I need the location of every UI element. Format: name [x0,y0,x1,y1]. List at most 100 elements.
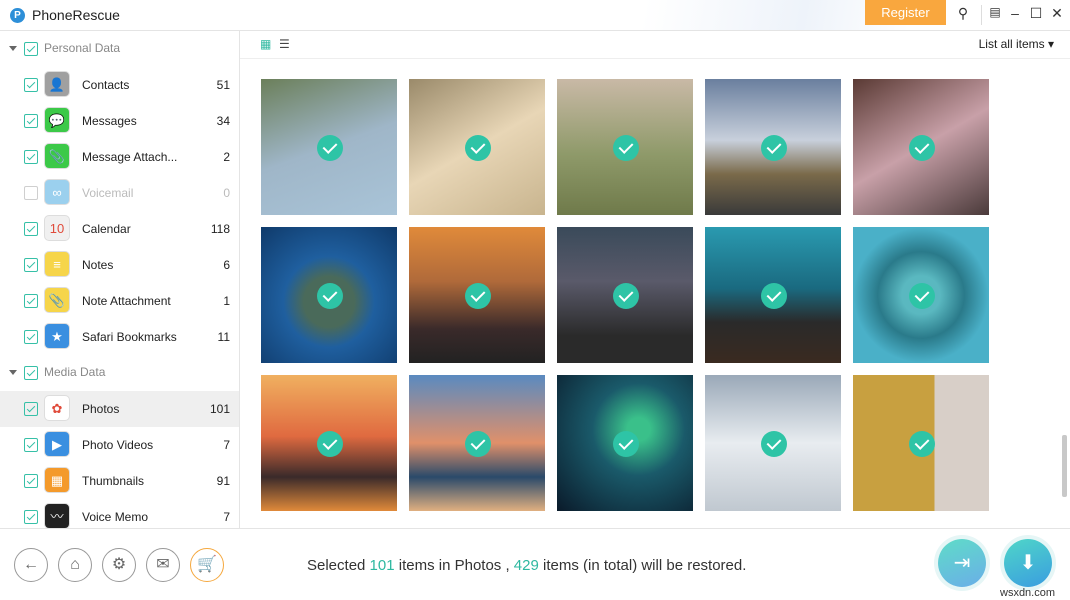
group-checkbox[interactable] [24,42,38,56]
item-label: Safari Bookmarks [82,330,177,344]
sidebar-item[interactable]: 📎 Message Attach... 2 [0,139,239,175]
item-label: Voice Memo [82,510,149,524]
item-checkbox[interactable] [24,222,38,236]
photos-icon: ✿ [44,395,70,421]
item-label: Calendar [82,222,131,236]
sidebar-item[interactable]: 〰 Voice Memo 7 [0,499,239,528]
maximize-icon[interactable]: ☐ [1027,5,1045,22]
sidebar-item[interactable]: 👤 Contacts 51 [0,67,239,103]
sidebar-item[interactable]: ∞ Voicemail 0 [0,175,239,211]
item-checkbox[interactable] [24,186,38,200]
item-count: 2 [223,150,230,164]
item-checkbox[interactable] [24,78,38,92]
app-logo-icon: P [10,8,25,23]
photo-thumbnail[interactable] [853,227,989,363]
item-count: 7 [223,438,230,452]
restore-to-device-button[interactable]: ⇥ [938,539,986,587]
item-checkbox[interactable] [24,510,38,524]
grid-view-icon[interactable]: ▦ [260,37,271,51]
list-filter-dropdown[interactable]: List all items ▾ [979,37,1054,51]
item-count: 118 [210,222,230,236]
photo-thumbnail[interactable] [409,79,545,215]
sidebar-item[interactable]: ▶ Photo Videos 7 [0,427,239,463]
item-count: 34 [216,114,230,128]
close-icon[interactable]: ✕ [1048,5,1066,22]
status-text: Selected 101 items in Photos , 429 items… [307,557,747,574]
checkmark-icon[interactable] [613,283,639,309]
thumbnails-icon: ▦ [44,467,70,493]
bottom-bar: ← ⌂ ⚙ ✉ 🛒 Selected 101 items in Photos ,… [0,528,1070,600]
photo-thumbnail[interactable] [557,375,693,511]
restore-to-computer-button[interactable]: ⬇ [1004,539,1052,587]
photo-thumbnail[interactable] [261,79,397,215]
checkmark-icon[interactable] [317,431,343,457]
item-checkbox[interactable] [24,402,38,416]
back-button[interactable]: ← [14,548,48,582]
photo-thumbnail[interactable] [853,79,989,215]
collapse-caret-icon[interactable] [9,370,17,375]
photo-thumbnail[interactable] [557,227,693,363]
group-checkbox[interactable] [24,366,38,380]
item-label: Photos [82,402,120,416]
checkmark-icon[interactable] [909,135,935,161]
group-header-1[interactable]: Media Data [0,355,239,391]
group-header-0[interactable]: Personal Data [0,31,239,67]
item-checkbox[interactable] [24,150,38,164]
title-bar: P PhoneRescue Register ⚲ ▤ – ☐ ✕ [0,0,1070,31]
checkmark-icon[interactable] [465,283,491,309]
sidebar-item[interactable]: ✿ Photos 101 [0,391,239,427]
item-checkbox[interactable] [24,258,38,272]
cart-button[interactable]: 🛒 [190,548,224,582]
mail-button[interactable]: ✉ [146,548,180,582]
menu-icon[interactable]: ▤ [986,5,1004,19]
calendar-icon: 10 [44,215,70,241]
item-checkbox[interactable] [24,474,38,488]
photo-thumbnail[interactable] [409,375,545,511]
item-checkbox[interactable] [24,294,38,308]
photo-thumbnail[interactable] [705,79,841,215]
checkmark-icon[interactable] [761,431,787,457]
sidebar-item[interactable]: 💬 Messages 34 [0,103,239,139]
sidebar-item[interactable]: ▦ Thumbnails 91 [0,463,239,499]
item-checkbox[interactable] [24,114,38,128]
photo-thumbnail[interactable] [705,227,841,363]
contacts-icon: 👤 [44,71,70,97]
watermark: wsxdn.com [1000,587,1056,599]
collapse-caret-icon[interactable] [9,46,17,51]
checkmark-icon[interactable] [613,135,639,161]
photo-thumbnail[interactable] [557,79,693,215]
photo-videos-icon: ▶ [44,431,70,457]
settings-button[interactable]: ⚙ [102,548,136,582]
messages-icon: 💬 [44,107,70,133]
checkmark-icon[interactable] [465,431,491,457]
sidebar-item[interactable]: 📎 Note Attachment 1 [0,283,239,319]
sidebar-item[interactable]: 10 Calendar 118 [0,211,239,247]
checkmark-icon[interactable] [761,283,787,309]
minimize-icon[interactable]: – [1006,5,1024,21]
photo-thumbnail[interactable] [409,227,545,363]
list-view-icon[interactable]: ☰ [279,37,290,51]
item-count: 91 [216,474,230,488]
photo-thumbnail[interactable] [705,375,841,511]
scrollbar[interactable] [1062,435,1067,497]
list-filter-label: List all items [978,37,1045,51]
item-count: 6 [223,258,230,272]
checkmark-icon[interactable] [613,431,639,457]
checkmark-icon[interactable] [317,135,343,161]
message-attachment-icon: 📎 [44,143,70,169]
checkmark-icon[interactable] [465,135,491,161]
home-button[interactable]: ⌂ [58,548,92,582]
sidebar-item[interactable]: ★ Safari Bookmarks 11 [0,319,239,355]
checkmark-icon[interactable] [761,135,787,161]
register-button[interactable]: Register [865,0,946,25]
search-icon[interactable]: ⚲ [954,5,972,22]
checkmark-icon[interactable] [909,431,935,457]
photo-thumbnail[interactable] [853,375,989,511]
photo-thumbnail[interactable] [261,375,397,511]
photo-thumbnail[interactable] [261,227,397,363]
item-checkbox[interactable] [24,438,38,452]
checkmark-icon[interactable] [317,283,343,309]
sidebar-item[interactable]: ≡ Notes 6 [0,247,239,283]
item-checkbox[interactable] [24,330,38,344]
checkmark-icon[interactable] [909,283,935,309]
